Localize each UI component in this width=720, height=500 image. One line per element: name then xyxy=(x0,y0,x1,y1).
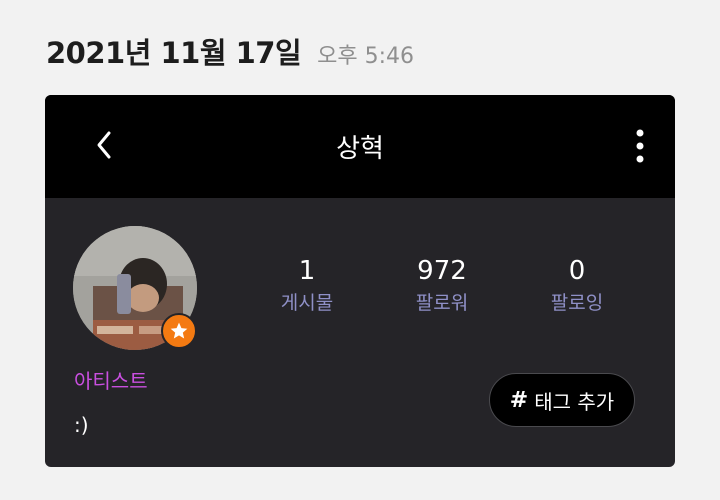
stat-following[interactable]: 0 팔로잉 xyxy=(517,255,637,325)
stat-label: 게시물 xyxy=(280,292,334,314)
avatar-container[interactable] xyxy=(73,226,197,350)
hash-icon: # xyxy=(509,387,529,413)
stat-posts[interactable]: 1 게시물 xyxy=(247,255,367,325)
stat-value: 972 xyxy=(417,256,467,286)
add-tag-label: 태그 추가 xyxy=(534,389,615,414)
star-icon xyxy=(170,322,188,339)
chevron-left-icon xyxy=(97,131,111,159)
add-tag-button[interactable]: # 태그 추가 xyxy=(489,373,635,427)
time-text: 오후 5:46 xyxy=(317,44,415,69)
stat-label: 팔로잉 xyxy=(550,292,604,314)
timestamp-line: 2021년 11월 17일 오후 5:46 xyxy=(46,30,414,74)
profile-top-bar xyxy=(45,95,675,198)
profile-screenshot-card: 상혁 1 게시물 972 팔로워 0 팔로잉 아티스트:) # 태그 추가 xyxy=(45,95,675,467)
stat-followers[interactable]: 972 팔로워 xyxy=(382,255,502,325)
stat-value: 0 xyxy=(568,256,586,286)
profile-stats: 1 게시물 972 팔로워 0 팔로잉 xyxy=(247,255,637,325)
back-button[interactable] xyxy=(87,125,121,165)
bio-text: :) xyxy=(74,413,89,437)
date-text: 2021년 11월 17일 xyxy=(46,36,302,70)
stat-value: 1 xyxy=(298,256,316,286)
more-options-button[interactable] xyxy=(625,128,655,164)
artist-badge xyxy=(161,313,197,349)
role-label: 아티스트 xyxy=(74,369,148,393)
vertical-dots-icon xyxy=(636,129,644,163)
stat-label: 팔로워 xyxy=(415,292,469,314)
